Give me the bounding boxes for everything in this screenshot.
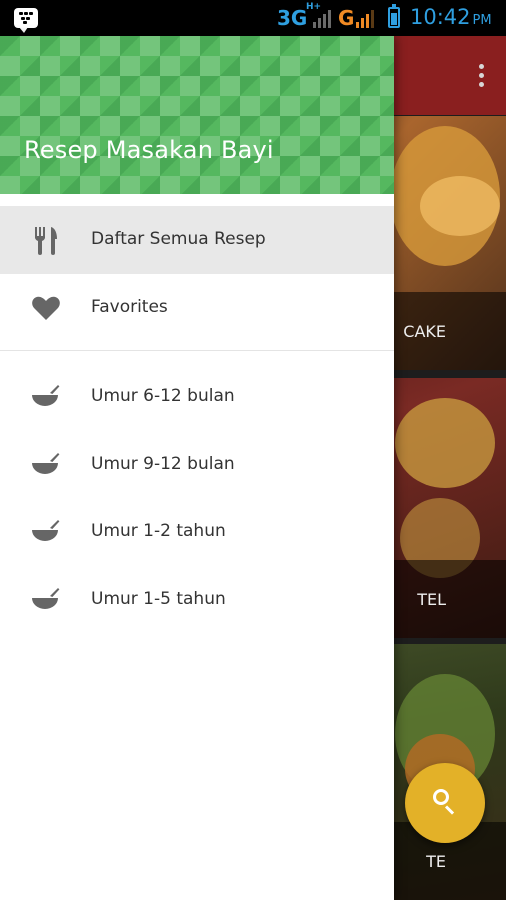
bowl-icon bbox=[32, 588, 60, 609]
nav-item-category-1-5-years[interactable]: Umur 1-5 tahun bbox=[0, 566, 394, 634]
bowl-icon bbox=[32, 520, 60, 541]
nav-item-label: Favorites bbox=[91, 297, 168, 317]
clock-time: 10:42 bbox=[410, 5, 471, 29]
overflow-menu-icon[interactable] bbox=[474, 62, 488, 90]
search-icon bbox=[433, 789, 449, 805]
drawer-title: Resep Masakan Bayi bbox=[24, 136, 274, 164]
navigation-drawer: Resep Masakan Bayi Daftar Semua Resep Fa… bbox=[0, 36, 394, 900]
bowl-icon bbox=[32, 385, 60, 406]
drawer-divider bbox=[0, 350, 394, 351]
bowl-icon bbox=[32, 453, 60, 474]
nav-item-label: Daftar Semua Resep bbox=[91, 229, 266, 249]
signal-strength-icon bbox=[356, 8, 376, 28]
nav-item-category-1-2-years[interactable]: Umur 1-2 tahun bbox=[0, 498, 394, 566]
heart-icon bbox=[32, 296, 60, 320]
network-g-indicator: G bbox=[338, 6, 355, 30]
nav-item-all-recipes[interactable]: Daftar Semua Resep bbox=[0, 206, 394, 274]
status-clock: 10:42 PM bbox=[410, 5, 492, 29]
nav-item-category-9-12-months[interactable]: Umur 9-12 bulan bbox=[0, 431, 394, 499]
nav-item-label: Umur 1-5 tahun bbox=[91, 589, 226, 609]
fork-knife-icon bbox=[35, 227, 57, 255]
battery-icon bbox=[388, 4, 400, 28]
nav-item-category-6-12-months[interactable]: Umur 6-12 bulan bbox=[0, 363, 394, 431]
bbm-notification-icon bbox=[14, 8, 38, 33]
nav-item-favorites[interactable]: Favorites bbox=[0, 274, 394, 342]
nav-item-label: Umur 6-12 bulan bbox=[91, 386, 235, 406]
search-button[interactable] bbox=[405, 763, 485, 843]
drawer-header: Resep Masakan Bayi bbox=[0, 36, 394, 194]
nav-item-label: Umur 9-12 bulan bbox=[91, 454, 235, 474]
signal-strength-icon bbox=[313, 8, 333, 28]
clock-ampm: PM bbox=[472, 13, 492, 28]
status-bar: 3G H+ G 10:42 PM bbox=[0, 0, 506, 36]
network-3g-indicator: 3G bbox=[277, 6, 308, 30]
nav-item-label: Umur 1-2 tahun bbox=[91, 521, 226, 541]
